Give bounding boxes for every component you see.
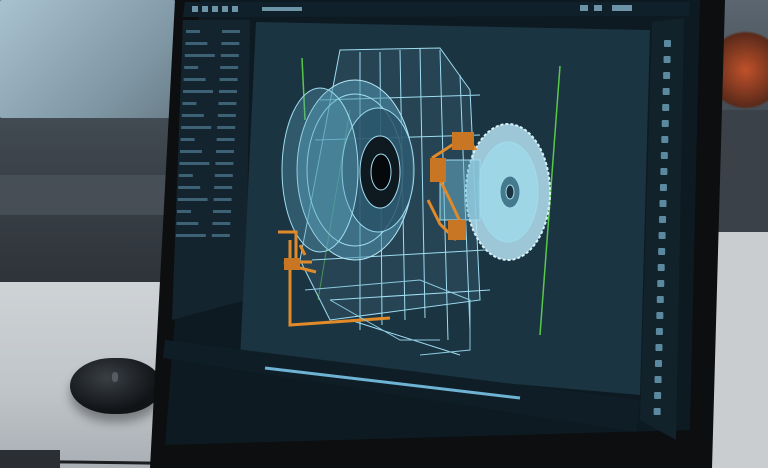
rotate-icon	[663, 56, 671, 63]
panel-row-value	[221, 42, 240, 45]
panel-row	[178, 174, 193, 177]
pan-icon	[662, 104, 670, 111]
zoom-icon	[660, 168, 668, 175]
section-icon	[657, 280, 665, 287]
panel-row-value	[214, 174, 233, 177]
save-icon	[202, 6, 208, 12]
grid-icon	[232, 6, 238, 12]
panel-row	[185, 42, 208, 45]
layer-icon	[658, 248, 666, 255]
panel-row-value	[218, 102, 237, 105]
panel-row	[183, 78, 206, 81]
render-icon	[655, 360, 662, 367]
panel-row	[184, 66, 199, 69]
window-controls	[612, 5, 632, 11]
measure-icon	[659, 216, 667, 223]
panel-row	[179, 162, 210, 165]
zoom-icon	[660, 152, 668, 159]
panel-row-value	[217, 114, 236, 117]
panel-row	[184, 54, 215, 57]
pan-icon	[661, 120, 669, 127]
left-panel	[172, 20, 250, 320]
panel-row	[176, 222, 199, 225]
render-icon	[655, 344, 663, 351]
layer-icon	[657, 264, 665, 271]
rotate-icon	[664, 40, 671, 47]
panel-row	[181, 126, 212, 129]
panel-row-value	[220, 54, 239, 57]
render-icon	[655, 328, 663, 335]
layer-icon	[658, 232, 666, 239]
panel-row	[182, 102, 197, 105]
panel-row-value	[211, 234, 230, 237]
panel-row	[181, 114, 204, 117]
panel-row	[186, 30, 200, 33]
panel-row-value	[213, 198, 232, 201]
panel-row	[180, 150, 202, 153]
panel-row-value	[220, 66, 239, 69]
panel-row-value	[219, 78, 238, 81]
redo-icon	[222, 6, 228, 12]
panel-row-value	[216, 138, 235, 141]
panel-row	[177, 210, 191, 213]
cad-monitor	[150, 0, 725, 468]
panel-row-value	[215, 162, 234, 165]
pan-icon	[662, 88, 670, 95]
panel-row	[183, 90, 213, 93]
panel-row-value	[217, 126, 236, 129]
panel-row-value	[219, 90, 237, 93]
snap-icon	[653, 408, 661, 415]
measure-icon	[659, 200, 667, 207]
zoom-icon	[661, 136, 669, 143]
folder-icon	[192, 6, 198, 12]
toolbar-tab-strip	[262, 7, 302, 11]
panel-row	[175, 234, 206, 237]
panel-row-value	[222, 30, 240, 33]
panel-row-value	[216, 150, 234, 153]
undo-icon	[212, 6, 218, 12]
measure-icon	[659, 184, 667, 191]
panel-row-value	[212, 222, 231, 225]
snap-icon	[654, 392, 662, 399]
view-icon	[580, 5, 588, 11]
panel-row-value	[213, 210, 231, 213]
settings-icon	[594, 5, 602, 11]
panel-row	[177, 198, 208, 201]
section-icon	[656, 312, 664, 319]
panel-row	[180, 138, 195, 141]
snap-icon	[654, 376, 662, 383]
panel-row	[178, 186, 201, 189]
panel-row-value	[214, 186, 233, 189]
section-icon	[656, 296, 664, 303]
rotate-icon	[663, 72, 671, 79]
